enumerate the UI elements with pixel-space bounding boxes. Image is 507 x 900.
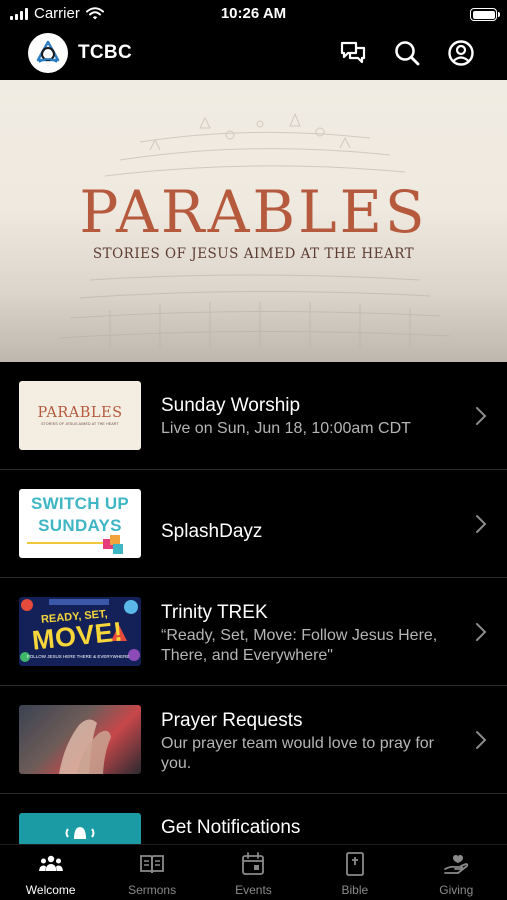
thumbnail-trek-footer: FOLLOW JESUS HERE THERE & EVERYWHERE: [27, 654, 130, 659]
chevron-right-icon: [476, 515, 487, 533]
list-item-title: Prayer Requests: [161, 710, 303, 731]
tab-label: Events: [235, 883, 272, 897]
list-item-text: Prayer Requests Our prayer team would lo…: [161, 709, 452, 774]
splashdayz-thumbnail: SWITCH UP SUNDAYS: [19, 489, 141, 558]
list-item-text: Trinity TREK “Ready, Set, Move: Follow J…: [161, 601, 452, 666]
tab-label: Bible: [341, 883, 369, 897]
list-item-title: Sunday Worship: [161, 395, 301, 416]
chevron-right-icon: [476, 623, 487, 641]
list-item-trinity-trek[interactable]: READY, SET, MOVE! FOLLOW JESUS HERE THER…: [0, 578, 507, 686]
hero-title: PARABLES: [79, 178, 428, 246]
status-time: 10:26 AM: [220, 5, 287, 22]
open-book-icon: [140, 855, 164, 874]
content-list: PARABLES STORIES OF JESUS AIMED AT THE H…: [0, 362, 507, 900]
hero-banner[interactable]: PARABLES STORIES OF JESUS AIMED AT THE H…: [0, 80, 507, 362]
tab-welcome[interactable]: Welcome: [0, 845, 101, 900]
list-item-text: Get Notifications: [161, 816, 452, 840]
trinity-logo-icon: [36, 40, 60, 63]
giving-hand-icon: [444, 855, 469, 874]
color-splash-graphic: [103, 535, 123, 554]
search-icon[interactable]: [393, 39, 421, 67]
profile-icon[interactable]: [447, 39, 475, 67]
list-item-title: Trinity TREK: [161, 602, 268, 623]
list-item-subtitle: Our prayer team would love to pray for y…: [161, 735, 435, 772]
app-title: TCBC: [78, 42, 132, 63]
battery-icon: [470, 8, 500, 21]
tab-bible[interactable]: Bible: [304, 845, 405, 900]
tab-sermons[interactable]: Sermons: [101, 845, 202, 900]
church-logo[interactable]: [28, 33, 68, 73]
chevron-right-icon: [476, 731, 487, 749]
tab-label: Sermons: [128, 883, 177, 897]
list-item-splashdayz[interactable]: SWITCH UP SUNDAYS SplashDayz: [0, 470, 507, 578]
calendar-icon: [242, 852, 265, 875]
tab-giving[interactable]: Giving: [406, 845, 507, 900]
list-item-prayer-requests[interactable]: Prayer Requests Our prayer team would lo…: [0, 686, 507, 794]
trinity-trek-thumbnail: READY, SET, MOVE! FOLLOW JESUS HERE THER…: [19, 597, 141, 666]
chat-icon[interactable]: [339, 39, 367, 67]
thumbnail-switch-line1: SWITCH UP: [30, 494, 130, 513]
list-item-title: SplashDayz: [161, 521, 263, 542]
bell-ringing-icon: [65, 827, 95, 839]
tab-events[interactable]: Events: [203, 845, 304, 900]
thumbnail-parables-subtitle: STORIES OF JESUS AIMED AT THE HEART: [41, 422, 119, 426]
tab-label: Welcome: [25, 883, 76, 897]
thumbnail-switch-text: SWITCH UP SUNDAYS: [19, 493, 141, 537]
list-item-text: Sunday Worship Live on Sun, Jun 18, 10:0…: [161, 394, 452, 439]
prayer-requests-thumbnail: [19, 705, 141, 774]
bottom-tab-bar: Welcome Sermons Events Bible Giving: [0, 844, 507, 900]
list-item-subtitle: Live on Sun, Jun 18, 10:00am CDT: [161, 420, 411, 437]
app-header: TCBC: [0, 30, 507, 78]
thumbnail-parables-title: PARABLES: [37, 405, 123, 421]
hero-subtitle: STORIES OF JESUS AIMED AT THE HEART: [92, 246, 415, 262]
list-item-sunday-worship[interactable]: PARABLES STORIES OF JESUS AIMED AT THE H…: [0, 362, 507, 470]
list-item-title: Get Notifications: [161, 817, 301, 838]
bible-icon: [345, 852, 364, 876]
sunday-worship-thumbnail: PARABLES STORIES OF JESUS AIMED AT THE H…: [19, 381, 141, 450]
status-bar: Carrier 10:26 AM: [0, 0, 507, 30]
thumbnail-switch-line2: SUNDAYS: [38, 516, 122, 535]
list-item-text: SplashDayz: [161, 520, 452, 544]
people-icon: [38, 855, 63, 871]
list-item-subtitle: “Ready, Set, Move: Follow Jesus Here, Th…: [161, 627, 438, 664]
chevron-right-icon: [476, 407, 487, 425]
tab-label: Giving: [439, 883, 474, 897]
praying-hands-photo: [59, 719, 111, 774]
